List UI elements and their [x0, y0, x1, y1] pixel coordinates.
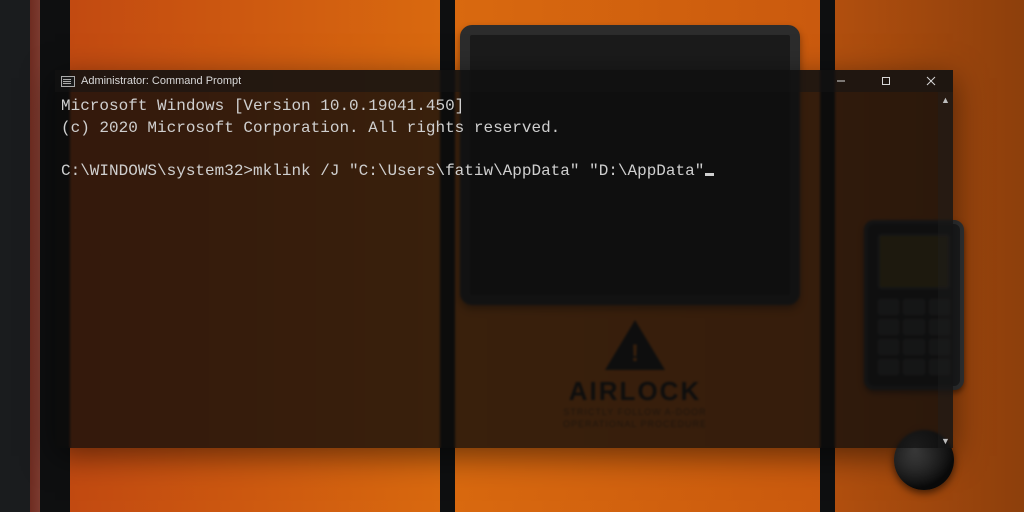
- minimize-button[interactable]: [818, 70, 863, 92]
- terminal-prompt: C:\WINDOWS\system32>: [61, 162, 253, 180]
- cmd-icon: [61, 76, 75, 87]
- scroll-up-icon[interactable]: ▲: [938, 92, 953, 107]
- close-button[interactable]: [908, 70, 953, 92]
- terminal-command: mklink /J "C:\Users\fatiw\AppData" "D:\A…: [253, 162, 704, 180]
- maximize-button[interactable]: [863, 70, 908, 92]
- desktop-wallpaper: ! AIRLOCK STRICTLY FOLLOW A-DOOR OPERATI…: [0, 0, 1024, 512]
- terminal-body[interactable]: Microsoft Windows [Version 10.0.19041.45…: [55, 92, 953, 448]
- terminal-line-1: Microsoft Windows [Version 10.0.19041.45…: [61, 97, 464, 115]
- vertical-scrollbar[interactable]: ▲ ▼: [938, 92, 953, 448]
- titlebar[interactable]: Administrator: Command Prompt: [55, 70, 953, 92]
- command-prompt-window: Administrator: Command Prompt Microsoft …: [55, 70, 953, 448]
- window-title: Administrator: Command Prompt: [81, 75, 241, 87]
- scroll-down-icon[interactable]: ▼: [938, 433, 953, 448]
- terminal-line-2: (c) 2020 Microsoft Corporation. All righ…: [61, 119, 560, 137]
- terminal-output[interactable]: Microsoft Windows [Version 10.0.19041.45…: [55, 92, 938, 448]
- text-cursor: [705, 173, 714, 176]
